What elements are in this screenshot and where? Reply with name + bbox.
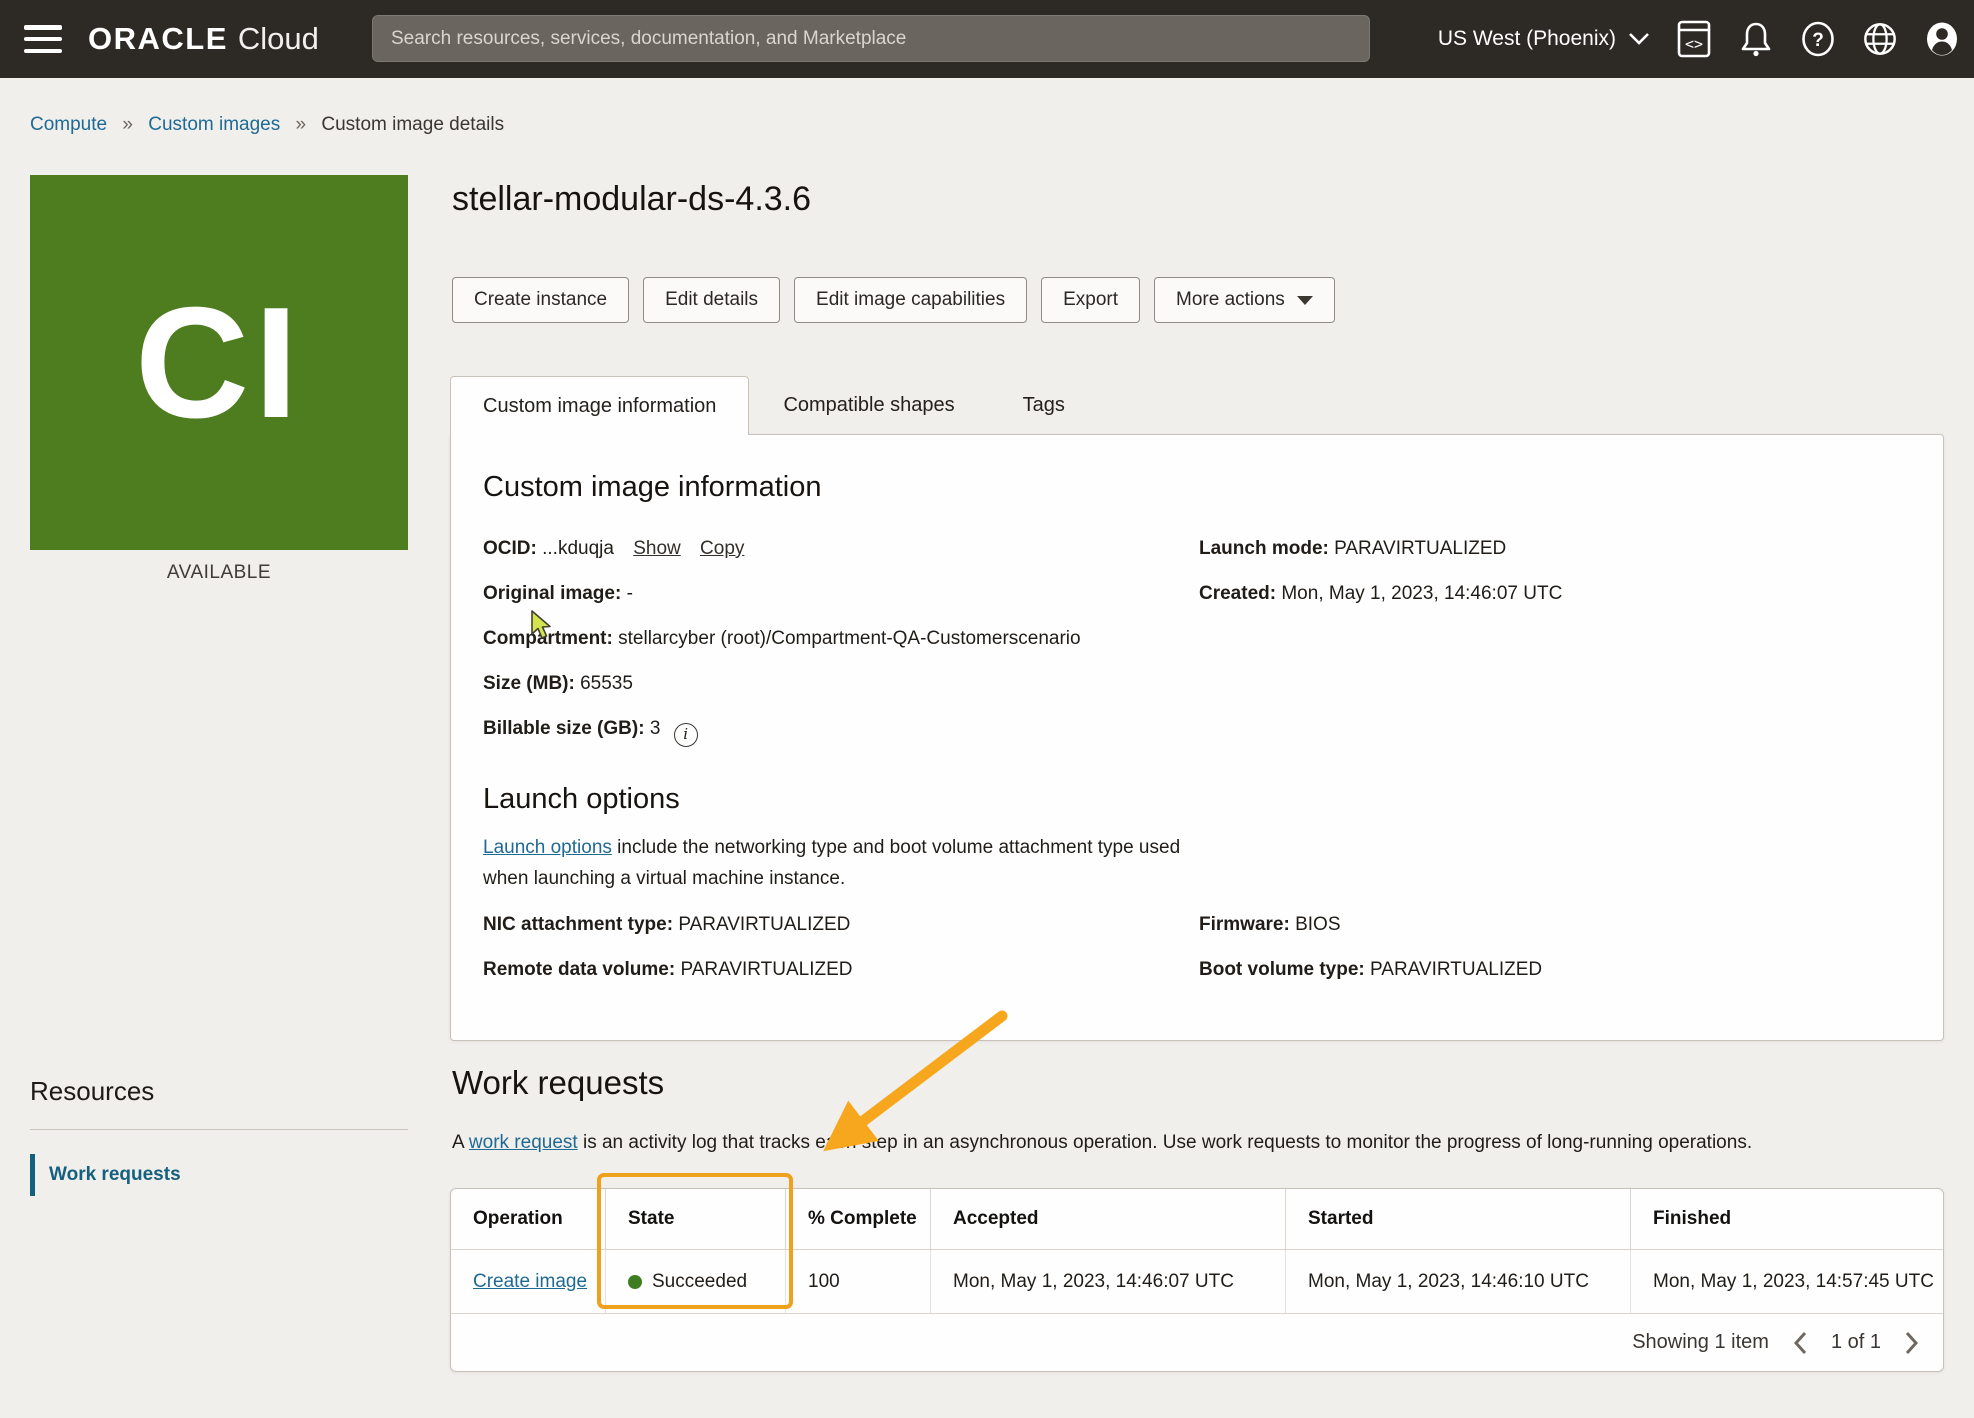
cell-percent-complete: 100 — [786, 1250, 931, 1313]
menu-icon[interactable] — [24, 25, 62, 53]
column-header-started[interactable]: Started — [1286, 1189, 1631, 1249]
help-icon[interactable]: ? — [1800, 20, 1836, 58]
field-nic-attachment: NIC attachment type: PARAVIRTUALIZED — [483, 912, 1199, 937]
tab-compatible-shapes[interactable]: Compatible shapes — [749, 376, 988, 435]
launch-fields-right: Firmware: BIOS Boot volume type: PARAVIR… — [1199, 912, 1911, 1002]
resources-heading: Resources — [30, 1076, 408, 1107]
language-icon[interactable] — [1862, 20, 1898, 58]
more-actions-button[interactable]: More actions — [1154, 277, 1335, 323]
caret-down-icon — [1297, 296, 1313, 305]
field-size-mb: Size (MB): 65535 — [483, 671, 1199, 696]
brand-secondary: Cloud — [238, 21, 319, 57]
breadcrumb-separator: » — [122, 114, 133, 135]
oracle-cloud-logo[interactable]: ORACLE Cloud — [88, 21, 319, 57]
launch-options-link[interactable]: Launch options — [483, 837, 612, 858]
column-header-operation[interactable]: Operation — [451, 1189, 606, 1249]
work-request-link[interactable]: work request — [469, 1132, 578, 1153]
cell-accepted: Mon, May 1, 2023, 14:46:07 UTC — [931, 1250, 1286, 1313]
action-buttons: Create instance Edit details Edit image … — [452, 277, 1335, 323]
breadcrumb-separator: » — [296, 114, 307, 135]
breadcrumb: Compute » Custom images » Custom image d… — [30, 114, 504, 136]
launch-options-heading: Launch options — [483, 783, 1911, 816]
status-label: Succeeded — [652, 1271, 747, 1293]
table-row: Create image Succeeded 100 Mon, May 1, 2… — [451, 1249, 1943, 1313]
work-requests-table: Operation State % Complete Accepted Star… — [450, 1188, 1944, 1372]
cell-started: Mon, May 1, 2023, 14:46:10 UTC — [1286, 1250, 1631, 1313]
field-compartment: Compartment: stellarcyber (root)/Compart… — [483, 626, 1199, 651]
detail-tabs: Custom image information Compatible shap… — [450, 376, 1099, 435]
more-actions-label: More actions — [1176, 289, 1285, 311]
breadcrumb-compute[interactable]: Compute — [30, 114, 107, 135]
field-created: Created: Mon, May 1, 2023, 14:46:07 UTC — [1199, 581, 1911, 606]
custom-image-initials: CI — [135, 284, 303, 442]
pagination-summary: Showing 1 item — [1632, 1331, 1769, 1354]
region-label: US West (Phoenix) — [1438, 27, 1616, 51]
field-billable-size: Billable size (GB): 3 i — [483, 716, 1199, 747]
brand-primary: ORACLE — [88, 21, 228, 57]
info-fields-right: Launch mode: PARAVIRTUALIZED Created: Mo… — [1199, 536, 1911, 767]
field-boot-volume-type: Boot volume type: PARAVIRTUALIZED — [1199, 957, 1911, 982]
column-header-state[interactable]: State — [606, 1189, 786, 1249]
status-dot-succeeded — [628, 1275, 642, 1289]
breadcrumb-custom-images[interactable]: Custom images — [148, 114, 280, 135]
cell-state: Succeeded — [606, 1250, 786, 1313]
notifications-icon[interactable] — [1738, 20, 1774, 58]
sidebar-item-work-requests[interactable]: Work requests — [30, 1154, 408, 1196]
work-requests-description: A work request is an activity log that t… — [452, 1132, 1946, 1154]
tab-tags[interactable]: Tags — [989, 376, 1099, 435]
launch-fields-left: NIC attachment type: PARAVIRTUALIZED Rem… — [483, 912, 1199, 1002]
top-navigation-bar: ORACLE Cloud US West (Phoenix) <> — [0, 0, 1974, 78]
svg-text:<>: <> — [1685, 35, 1703, 53]
profile-icon[interactable] — [1924, 20, 1960, 58]
resources-divider — [30, 1129, 408, 1130]
edit-image-capabilities-button[interactable]: Edit image capabilities — [794, 277, 1027, 323]
create-instance-button[interactable]: Create instance — [452, 277, 629, 323]
tab-custom-image-information[interactable]: Custom image information — [450, 376, 749, 435]
column-header-accepted[interactable]: Accepted — [931, 1189, 1286, 1249]
column-header-percent-complete[interactable]: % Complete — [786, 1189, 931, 1249]
launch-options-description: Launch options include the networking ty… — [483, 832, 1203, 894]
field-launch-mode: Launch mode: PARAVIRTUALIZED — [1199, 536, 1911, 561]
svg-text:?: ? — [1812, 30, 1824, 51]
custom-image-tile: CI — [30, 175, 408, 550]
page-title: stellar-modular-ds-4.3.6 — [452, 180, 811, 219]
custom-image-information-panel: Custom image information OCID: ...kduqja… — [450, 434, 1944, 1041]
field-original-image: Original image: - — [483, 581, 1199, 606]
code-editor-icon[interactable]: <> — [1676, 20, 1712, 58]
availability-status: AVAILABLE — [30, 562, 408, 584]
ocid-show-link[interactable]: Show — [633, 538, 681, 559]
info-fields-left: OCID: ...kduqja Show Copy Original image… — [483, 536, 1199, 767]
chevron-down-icon — [1628, 32, 1650, 46]
search-input[interactable] — [372, 15, 1370, 62]
info-icon[interactable]: i — [674, 723, 698, 747]
chevron-right-icon[interactable] — [1903, 1330, 1921, 1356]
resources-panel: Resources Work requests — [30, 1076, 408, 1196]
column-header-finished[interactable]: Finished — [1631, 1189, 1943, 1249]
field-remote-data-volume: Remote data volume: PARAVIRTUALIZED — [483, 957, 1199, 982]
field-firmware: Firmware: BIOS — [1199, 912, 1911, 937]
chevron-left-icon[interactable] — [1791, 1330, 1809, 1356]
field-ocid: OCID: ...kduqja Show Copy — [483, 536, 1199, 561]
pagination-page: 1 of 1 — [1831, 1331, 1881, 1354]
create-image-link[interactable]: Create image — [473, 1271, 587, 1293]
region-selector[interactable]: US West (Phoenix) — [1438, 27, 1650, 51]
cell-operation: Create image — [451, 1250, 606, 1313]
work-requests-heading: Work requests — [452, 1064, 664, 1102]
edit-details-button[interactable]: Edit details — [643, 277, 780, 323]
custom-image-information-heading: Custom image information — [483, 471, 1911, 504]
ocid-copy-link[interactable]: Copy — [700, 538, 744, 559]
table-header-row: Operation State % Complete Accepted Star… — [451, 1189, 1943, 1249]
table-pagination: Showing 1 item 1 of 1 — [451, 1313, 1943, 1371]
export-button[interactable]: Export — [1041, 277, 1140, 323]
cell-finished: Mon, May 1, 2023, 14:57:45 UTC — [1631, 1250, 1943, 1313]
